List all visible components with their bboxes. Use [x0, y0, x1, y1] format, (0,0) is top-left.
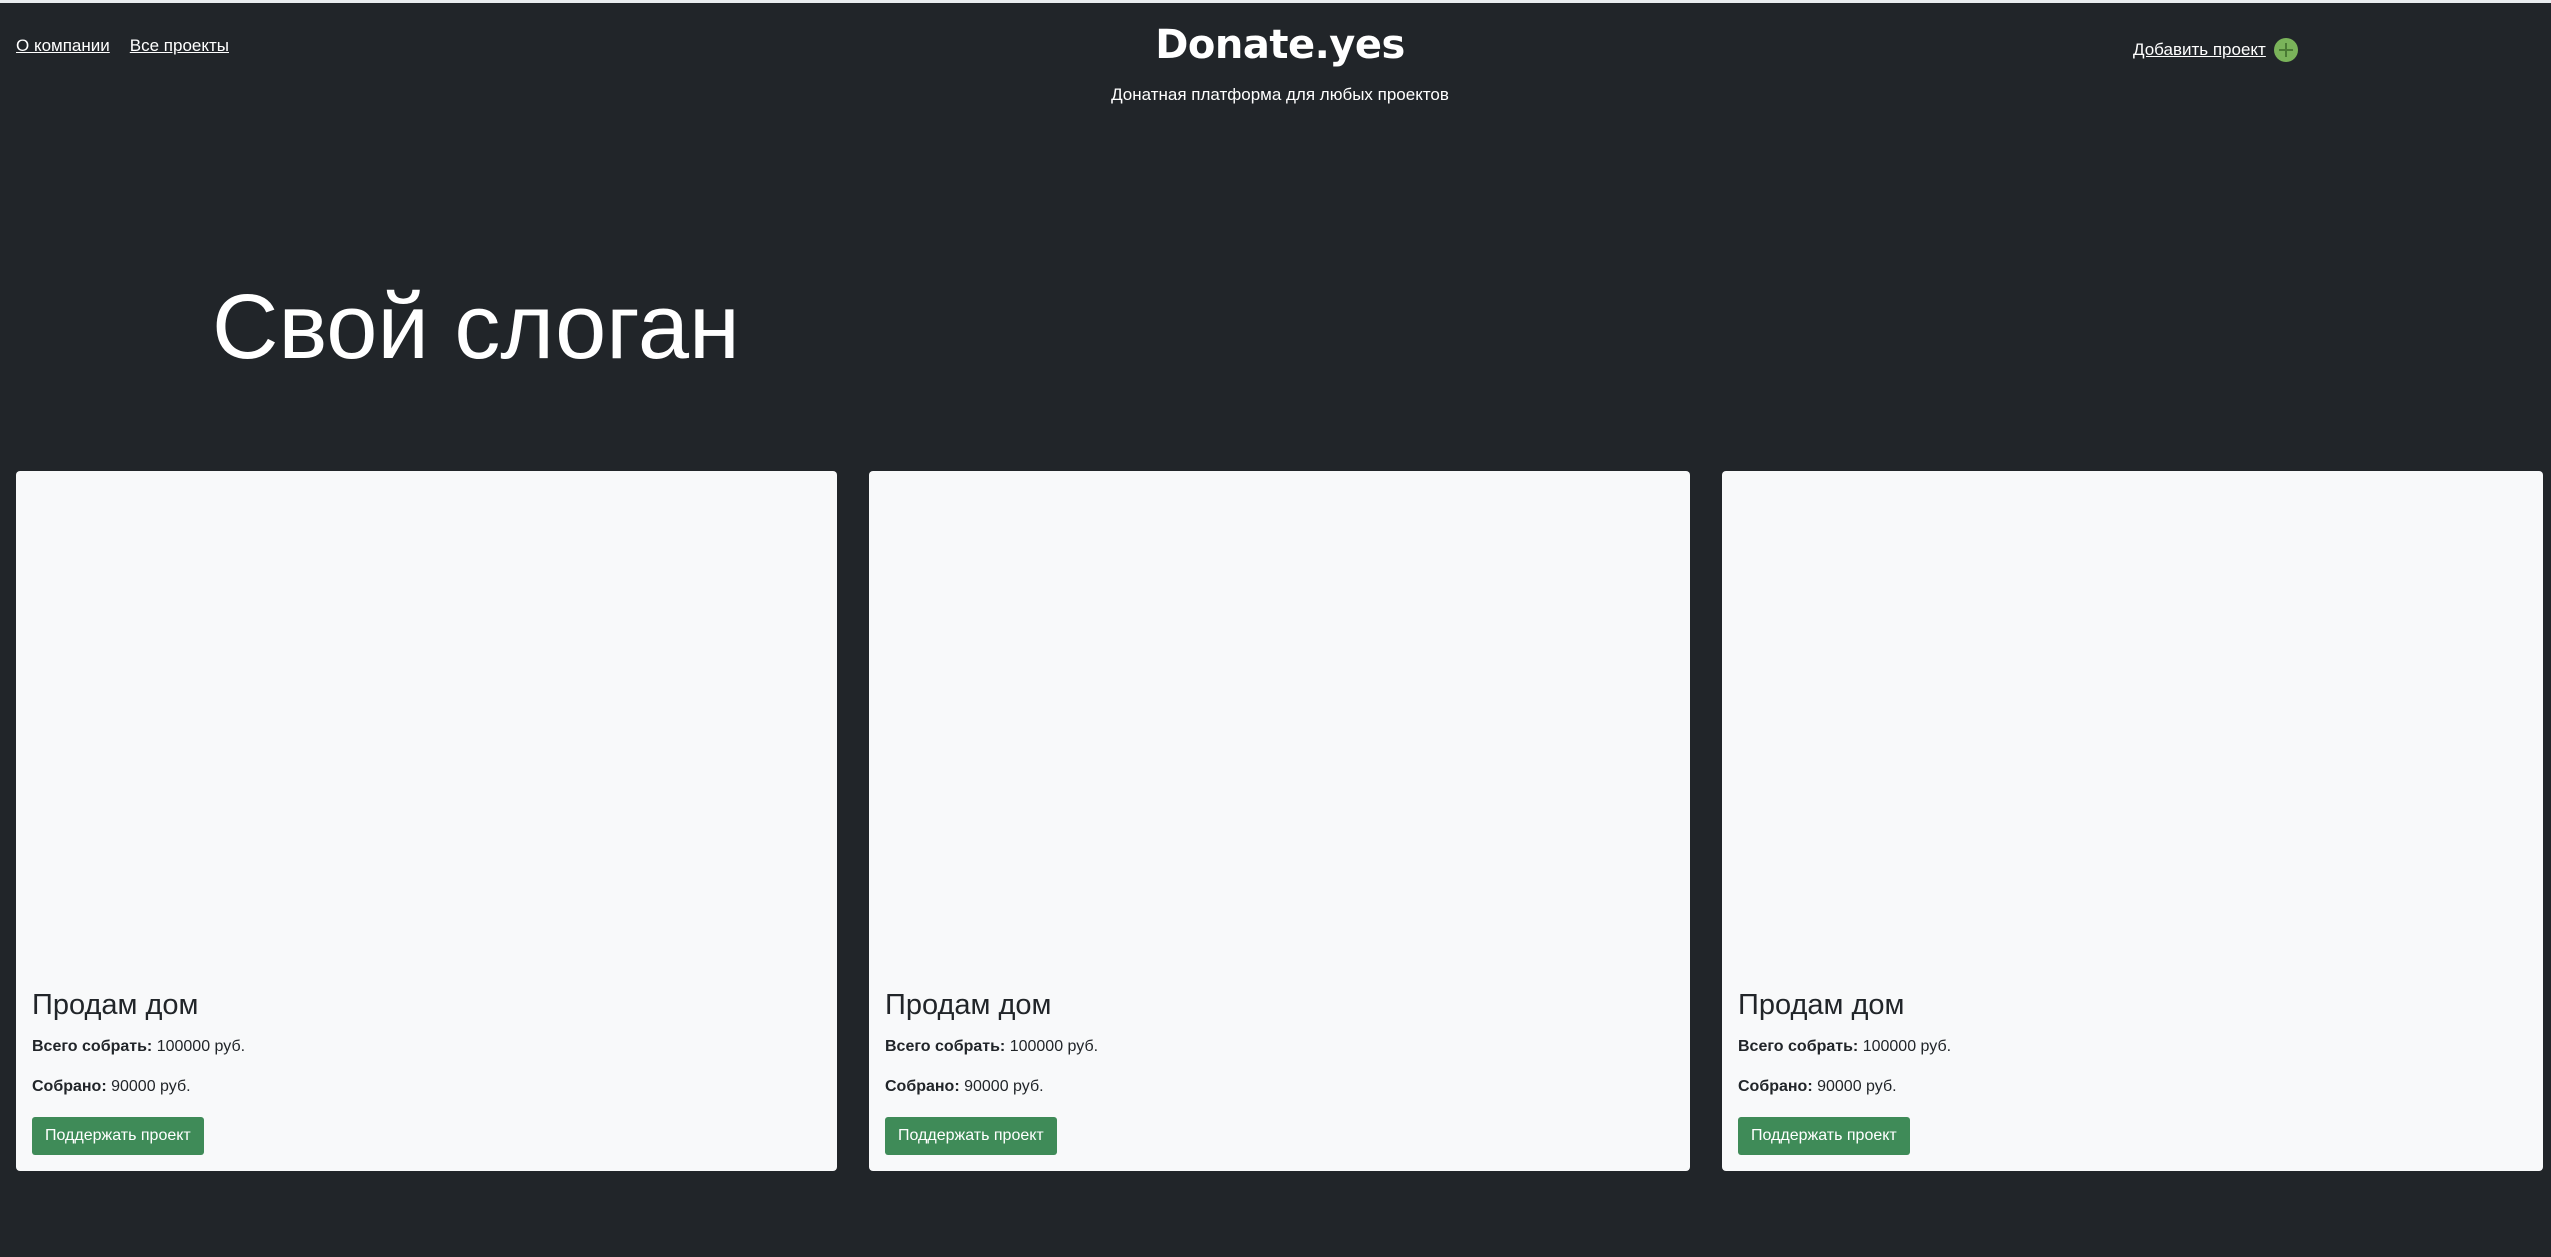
goal-value: 100000 руб.	[1862, 1038, 1952, 1055]
raised-label: Собрано:	[32, 1078, 107, 1095]
project-goal: Всего собрать: 100000 руб.	[1738, 1037, 1951, 1057]
project-title: Продам дом	[32, 989, 199, 1021]
goal-value: 100000 руб.	[156, 1038, 246, 1055]
project-raised: Собрано: 90000 руб.	[32, 1077, 245, 1097]
goal-value: 100000 руб.	[1009, 1038, 1099, 1055]
card-body: Продам дом Всего собрать: 100000 руб. Со…	[885, 987, 1098, 1155]
project-card: Продам дом Всего собрать: 100000 руб. Со…	[869, 471, 1690, 1171]
raised-label: Собрано:	[885, 1078, 960, 1095]
support-project-button[interactable]: Поддержать проект	[1738, 1117, 1910, 1155]
project-title: Продам дом	[1738, 989, 1905, 1021]
support-project-button[interactable]: Поддержать проект	[32, 1117, 204, 1155]
raised-value: 90000 руб.	[1817, 1078, 1897, 1095]
support-project-button[interactable]: Поддержать проект	[885, 1117, 1057, 1155]
project-title: Продам дом	[885, 989, 1052, 1021]
add-project-label: Добавить проект	[2133, 40, 2266, 59]
project-card: Продам дом Всего собрать: 100000 руб. Со…	[1722, 471, 2543, 1171]
hero-slogan: Свой слоган	[212, 276, 740, 378]
project-goal: Всего собрать: 100000 руб.	[32, 1037, 245, 1057]
goal-label: Всего собрать:	[885, 1038, 1006, 1055]
project-card: Продам дом Всего собрать: 100000 руб. Со…	[16, 471, 837, 1171]
raised-value: 90000 руб.	[964, 1078, 1044, 1095]
site-tagline: Донатная платформа для любых проектов	[1111, 85, 1449, 104]
top-border	[0, 0, 2551, 3]
project-raised: Собрано: 90000 руб.	[885, 1077, 1098, 1097]
goal-label: Всего собрать:	[32, 1038, 153, 1055]
card-body: Продам дом Всего собрать: 100000 руб. Со…	[1738, 987, 1951, 1155]
goal-label: Всего собрать:	[1738, 1038, 1859, 1055]
raised-label: Собрано:	[1738, 1078, 1813, 1095]
brand: Donate.yes Донатная платформа для любых …	[0, 18, 2551, 106]
project-cards: Продам дом Всего собрать: 100000 руб. Со…	[16, 471, 2543, 1171]
plus-circle-icon	[2273, 38, 2298, 62]
project-goal: Всего собрать: 100000 руб.	[885, 1037, 1098, 1057]
raised-value: 90000 руб.	[111, 1078, 191, 1095]
add-project-link[interactable]: Добавить проект	[2133, 38, 2298, 62]
card-body: Продам дом Всего собрать: 100000 руб. Со…	[32, 987, 245, 1155]
project-raised: Собрано: 90000 руб.	[1738, 1077, 1951, 1097]
